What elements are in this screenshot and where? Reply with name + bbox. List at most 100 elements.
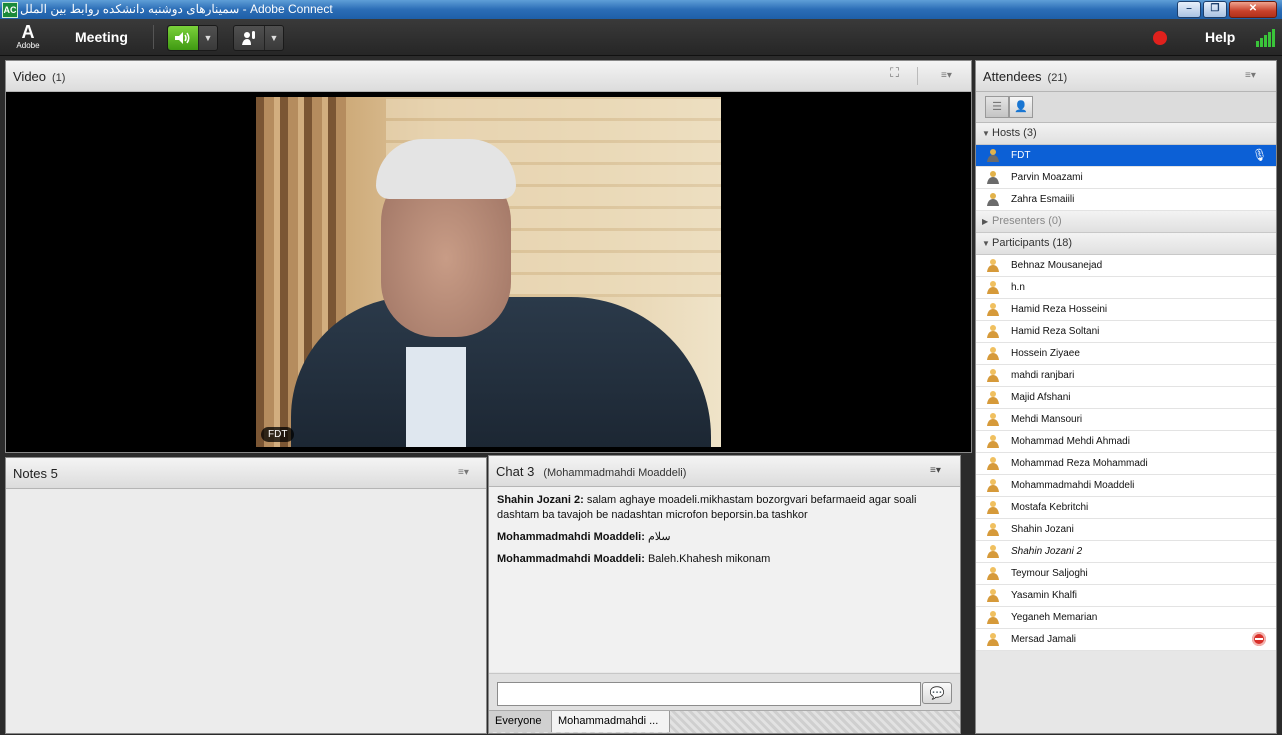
attendee-name: h.n bbox=[1011, 282, 1025, 293]
video-pod-title: Video (1) bbox=[13, 69, 65, 84]
participant-user-icon bbox=[986, 588, 1002, 602]
close-button[interactable]: ✕ bbox=[1229, 1, 1277, 18]
group-hosts[interactable]: ▼ Hosts (3) bbox=[976, 123, 1276, 145]
participant-row[interactable]: Shahin Jozani 2 bbox=[976, 541, 1276, 563]
group-label: Hosts (3) bbox=[992, 127, 1037, 139]
participant-row[interactable]: Shahin Jozani bbox=[976, 519, 1276, 541]
video-person-body bbox=[291, 297, 711, 447]
speech-bubble-icon: 💬 bbox=[929, 686, 945, 700]
video-count: (1) bbox=[52, 72, 66, 84]
host-row[interactable]: Zahra Esmaiili bbox=[976, 189, 1276, 211]
group-label: Participants (18) bbox=[992, 237, 1073, 249]
chat-sender: Mohammadmahdi Moaddeli: bbox=[497, 553, 645, 565]
send-message-button[interactable]: 💬 bbox=[922, 682, 952, 704]
status-view-icon[interactable]: 👤 bbox=[1009, 96, 1033, 118]
participant-user-icon bbox=[986, 610, 1002, 624]
microphone-icon[interactable]: 🎙 bbox=[1252, 148, 1267, 162]
participant-row[interactable]: Hamid Reza Hosseini bbox=[976, 299, 1276, 321]
chat-compose-bar: 💬 bbox=[489, 673, 960, 710]
maximize-button[interactable]: ❐ bbox=[1203, 1, 1227, 18]
participant-user-icon bbox=[986, 632, 1002, 646]
attendee-name: mahdi ranjbari bbox=[1011, 370, 1075, 381]
record-indicator-icon[interactable] bbox=[1153, 31, 1167, 45]
participant-user-icon bbox=[986, 456, 1002, 470]
list-view-icon[interactable]: ☰ bbox=[985, 96, 1009, 118]
attendee-name: Mohammad Mehdi Ahmadi bbox=[1011, 436, 1130, 447]
group-label: Presenters (0) bbox=[992, 215, 1062, 227]
chat-sender: Shahin Jozani 2: bbox=[497, 494, 584, 506]
participant-row[interactable]: h.n bbox=[976, 277, 1276, 299]
participant-row[interactable]: mahdi ranjbari bbox=[976, 365, 1276, 387]
video-person-hair bbox=[376, 139, 516, 199]
participant-row[interactable]: Mohammad Mehdi Ahmadi bbox=[976, 431, 1276, 453]
video-pod-header: Video (1) ⛶ ≡▾ bbox=[6, 61, 971, 92]
chat-pod-header: Chat 3 (Mohammadmahdi Moaddeli) ≡▾ bbox=[489, 456, 960, 487]
speaker-toggle[interactable]: ▼ bbox=[167, 25, 218, 51]
participant-row[interactable]: Behnaz Mousanejad bbox=[976, 255, 1276, 277]
toolbar-divider bbox=[153, 25, 154, 49]
status-toggle[interactable]: ▼ bbox=[233, 25, 284, 51]
chat-message: Mohammadmahdi Moaddeli: سلام bbox=[497, 530, 952, 545]
video-title-text: Video bbox=[13, 69, 47, 84]
participant-user-icon bbox=[986, 412, 1002, 426]
participant-row[interactable]: Mohammadmahdi Moaddeli bbox=[976, 475, 1276, 497]
participant-row[interactable]: Hamid Reza Soltani bbox=[976, 321, 1276, 343]
participant-row[interactable]: Yeganeh Memarian bbox=[976, 607, 1276, 629]
minimize-button[interactable]: – bbox=[1177, 1, 1201, 18]
participant-row[interactable]: Hossein Ziyaee bbox=[976, 343, 1276, 365]
pod-options-menu-icon[interactable]: ≡▾ bbox=[1245, 71, 1263, 81]
group-presenters[interactable]: ▶ Presenters (0) bbox=[976, 211, 1276, 233]
participant-row[interactable]: Yasamin Khalfi bbox=[976, 585, 1276, 607]
expanded-triangle-icon: ▼ bbox=[982, 129, 990, 138]
app-toolbar: A Adobe Meeting ▼ ▼ bbox=[0, 19, 1282, 56]
attendee-name: Shahin Jozani 2 bbox=[1011, 546, 1083, 557]
chat-sender: Mohammadmahdi Moaddeli: bbox=[497, 531, 645, 543]
participant-row[interactable]: Mehdi Mansouri bbox=[976, 409, 1276, 431]
video-feed-label: FDT bbox=[261, 427, 295, 442]
host-row[interactable]: FDT 🎙 bbox=[976, 145, 1276, 167]
participant-user-icon bbox=[986, 566, 1002, 580]
attendees-pod: Attendees (21) ≡▾ ☰ 👤 ▼ Hosts (3) FDT 🎙 Parv… bbox=[975, 60, 1277, 734]
attendee-list: ▼ Hosts (3) FDT 🎙 Parvin Moazami Zahra Esmai… bbox=[976, 123, 1276, 733]
pod-options-menu-icon[interactable]: ≡▾ bbox=[941, 71, 959, 81]
attendee-name: Mersad Jamali bbox=[1011, 634, 1077, 645]
chat-message: Mohammadmahdi Moaddeli: Baleh.Khahesh mi… bbox=[497, 552, 952, 567]
attendee-name: Shahin Jozani bbox=[1011, 524, 1074, 535]
meeting-menu[interactable]: Meeting bbox=[75, 29, 128, 45]
expanded-triangle-icon: ▼ bbox=[982, 239, 990, 248]
participant-user-icon bbox=[986, 434, 1002, 448]
attendee-name: Mostafa Kebritchi bbox=[1011, 502, 1089, 513]
video-person-shirt bbox=[406, 347, 466, 447]
tab-everyone[interactable]: Everyone bbox=[489, 711, 552, 732]
adobe-logo-text: Adobe bbox=[16, 41, 40, 50]
group-participants[interactable]: ▼ Participants (18) bbox=[976, 233, 1276, 255]
participant-row[interactable]: Mostafa Kebritchi bbox=[976, 497, 1276, 519]
video-feed[interactable]: FDT bbox=[256, 97, 721, 447]
chat-tab-strip: Everyone Mohammadmahdi ... bbox=[489, 710, 960, 733]
fullscreen-icon[interactable]: ⛶ bbox=[890, 66, 908, 79]
chat-input[interactable] bbox=[497, 682, 921, 706]
header-divider bbox=[917, 67, 918, 85]
participant-row[interactable]: Teymour Saljoghi bbox=[976, 563, 1276, 585]
chat-title-text: Chat 3 bbox=[496, 464, 535, 479]
participant-row[interactable]: Majid Afshani bbox=[976, 387, 1276, 409]
participant-user-icon bbox=[986, 258, 1002, 272]
attendee-name: Parvin Moazami bbox=[1011, 172, 1083, 183]
tab-private-chat[interactable]: Mohammadmahdi ... bbox=[552, 711, 670, 732]
attendee-name: Mehdi Mansouri bbox=[1011, 414, 1083, 425]
host-row[interactable]: Parvin Moazami bbox=[976, 167, 1276, 189]
notes-pod-header: Notes 5 ≡▾ bbox=[6, 458, 486, 489]
chat-text: Baleh.Khahesh mikonam bbox=[647, 553, 771, 565]
participant-user-icon bbox=[986, 346, 1002, 360]
participant-row[interactable]: Mersad Jamali bbox=[976, 629, 1276, 651]
notes-content[interactable] bbox=[6, 489, 486, 733]
pod-options-menu-icon[interactable]: ≡▾ bbox=[458, 468, 476, 478]
pod-options-menu-icon[interactable]: ≡▾ bbox=[930, 466, 948, 476]
participant-user-icon bbox=[986, 302, 1002, 316]
chat-pod: Chat 3 (Mohammadmahdi Moaddeli) ≡▾ Shahin… bbox=[488, 455, 961, 734]
participant-row[interactable]: Mohammad Reza Mohammadi bbox=[976, 453, 1276, 475]
chevron-down-icon[interactable]: ▼ bbox=[264, 26, 283, 50]
chevron-down-icon[interactable]: ▼ bbox=[198, 26, 217, 50]
attendee-name: Majid Afshani bbox=[1011, 392, 1071, 403]
help-menu[interactable]: Help bbox=[1205, 29, 1235, 45]
